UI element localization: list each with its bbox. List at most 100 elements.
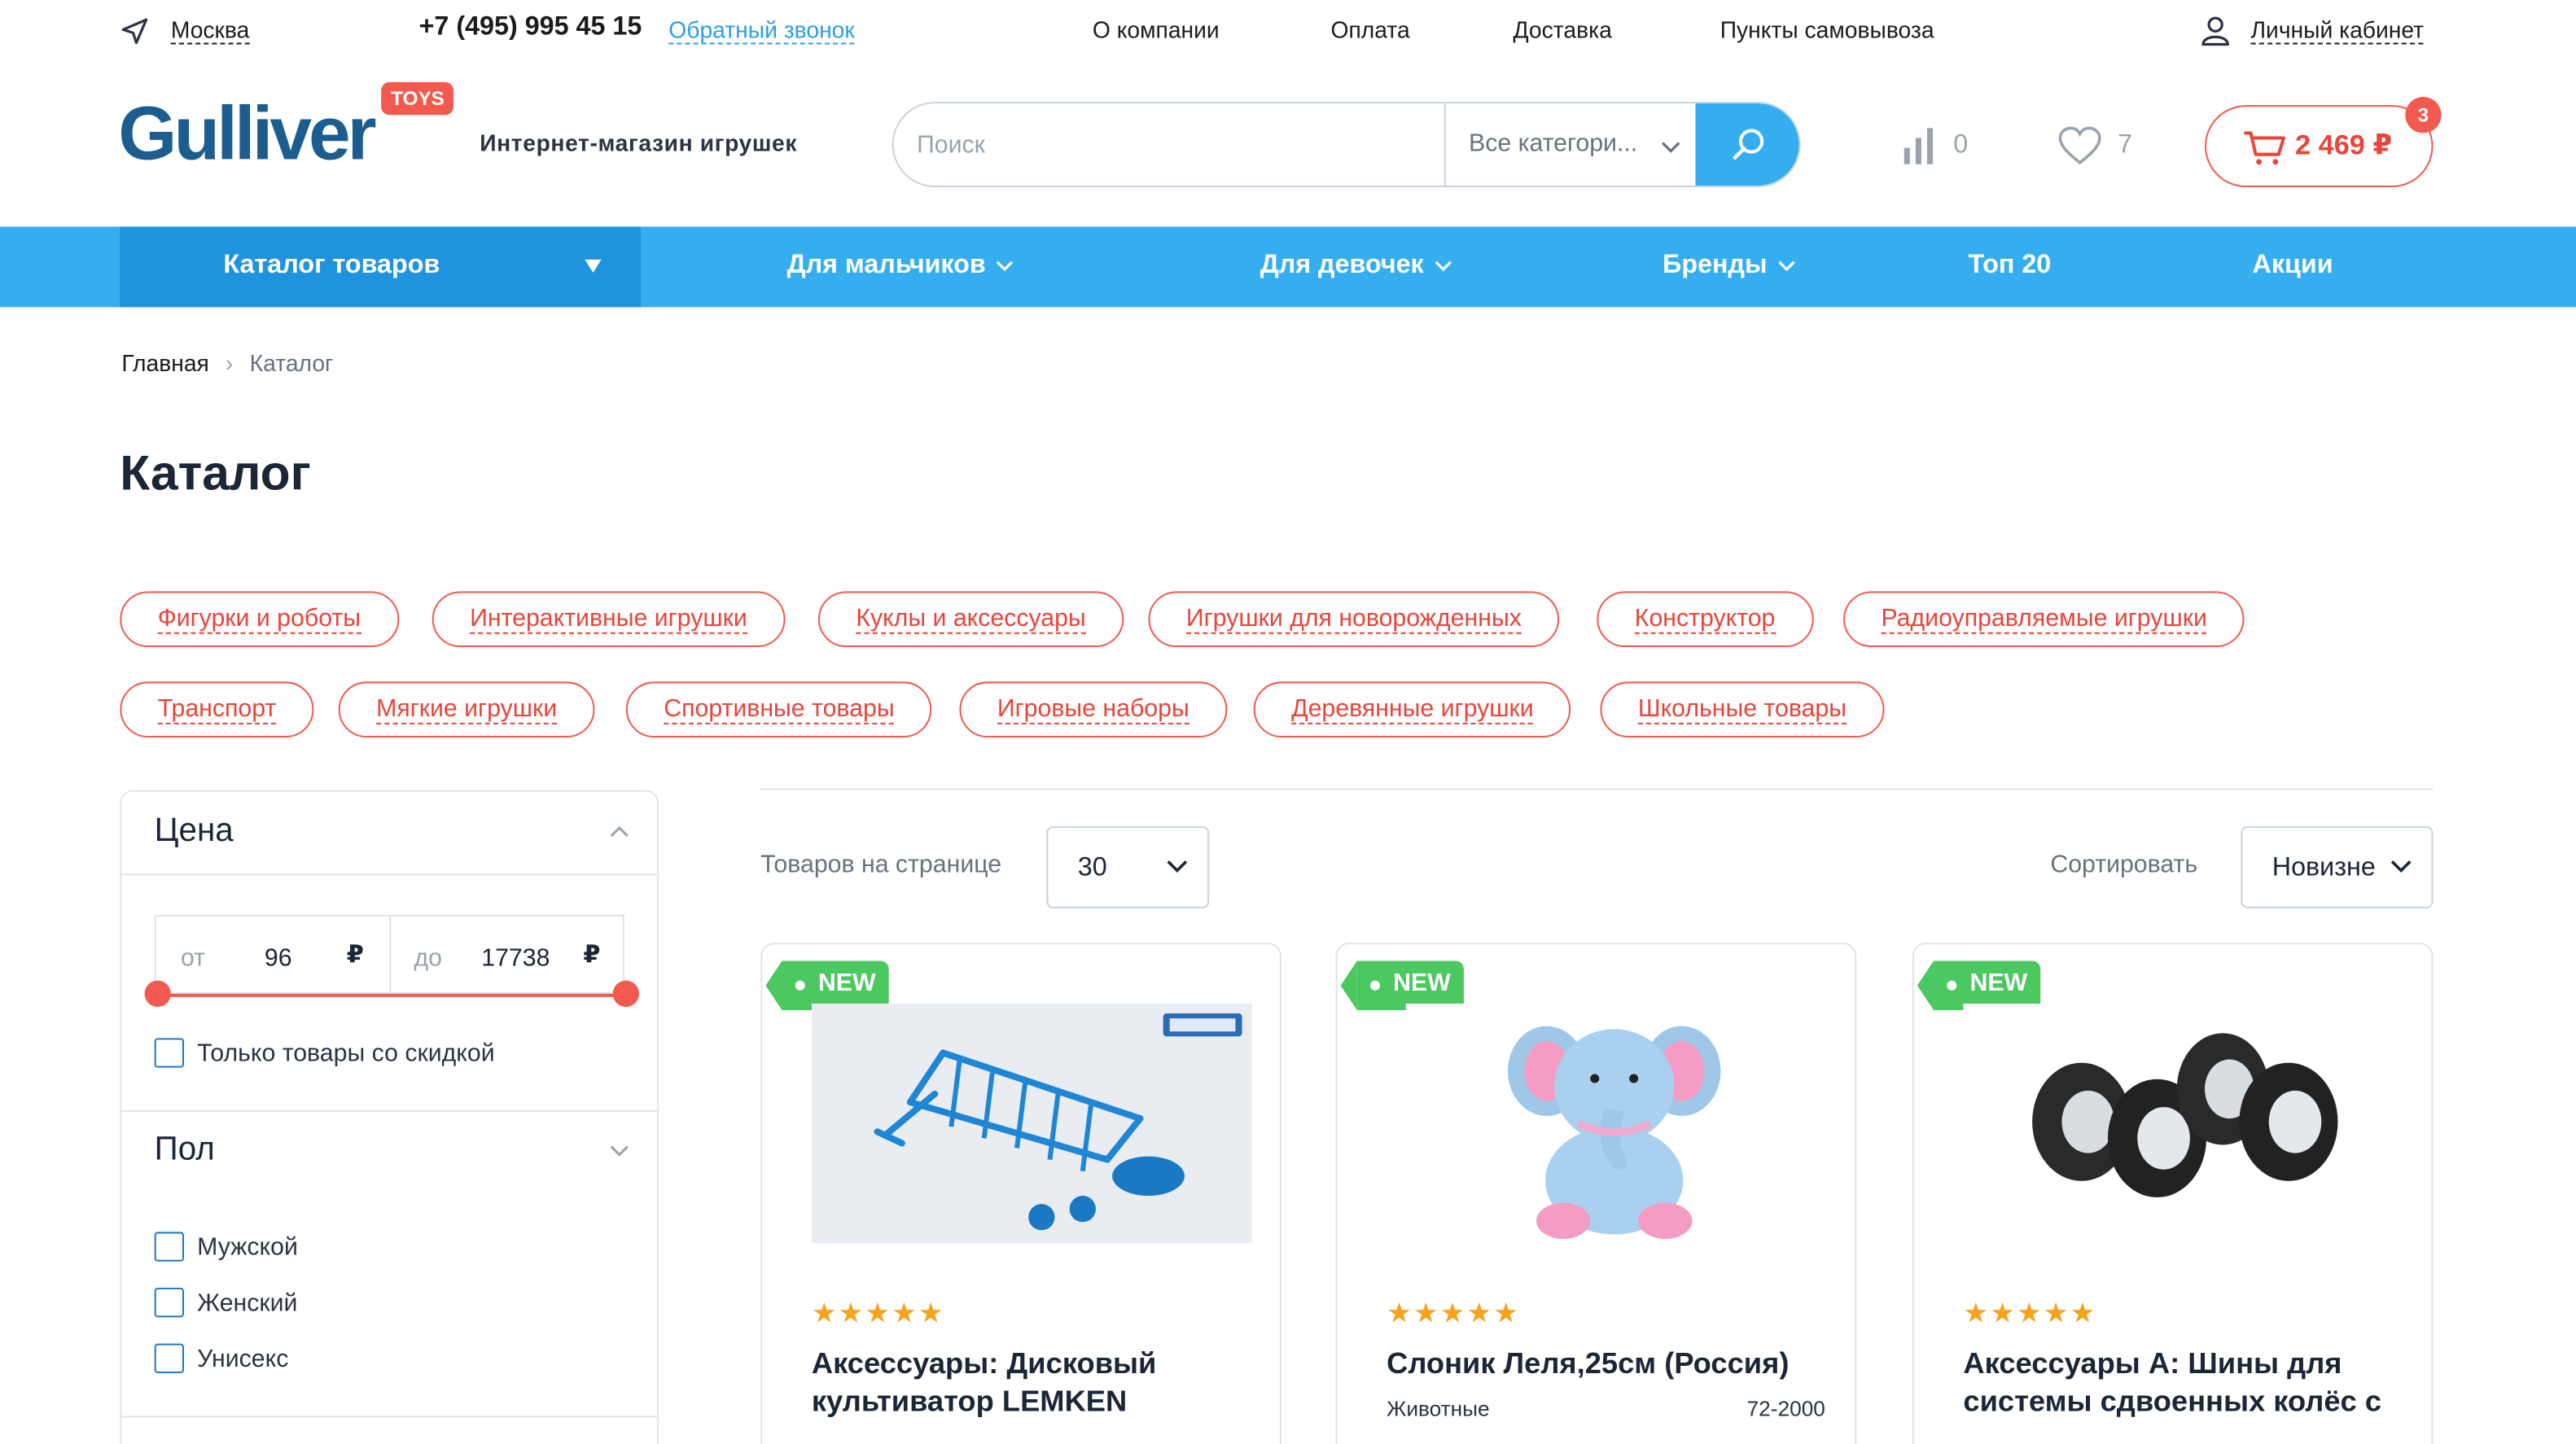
breadcrumb-current: Каталог bbox=[249, 349, 334, 377]
category-chip[interactable]: Радиоуправляемые игрушки bbox=[1843, 591, 2245, 648]
checkbox[interactable] bbox=[154, 1343, 185, 1373]
logo-text: Gulliver bbox=[118, 90, 376, 176]
favorites-widget[interactable]: 7 bbox=[2058, 126, 2132, 165]
price-from-value: 96 bbox=[264, 944, 292, 973]
link-pickup-points[interactable]: Пункты самовывоза bbox=[1720, 16, 1934, 42]
discount-only-checkbox[interactable]: Только товары со скидкой bbox=[154, 1038, 495, 1068]
cart-button[interactable]: 2 469 ₽ 3 bbox=[2205, 97, 2442, 188]
rating-stars: ★★★★★ bbox=[1387, 1297, 1520, 1329]
price-to-field[interactable]: до 17738 ₽ bbox=[389, 917, 624, 995]
checkbox[interactable] bbox=[154, 1038, 185, 1068]
checkbox[interactable] bbox=[154, 1232, 185, 1262]
category-chip[interactable]: Школьные товары bbox=[1600, 681, 1885, 738]
product-card[interactable]: NEW ★★★★★ Аксессуары А: Шины для системы… bbox=[1912, 943, 2434, 1444]
catalog-menu-label: Каталог товаров bbox=[223, 251, 440, 280]
category-chip[interactable]: Конструктор bbox=[1597, 591, 1813, 648]
city-selector[interactable]: Москва bbox=[170, 16, 250, 45]
breadcrumb-home[interactable]: Главная bbox=[121, 350, 209, 376]
link-payment[interactable]: Оплата bbox=[1330, 16, 1409, 42]
currency-sign: ₽ bbox=[346, 941, 364, 969]
new-badge: NEW bbox=[765, 960, 889, 1011]
price-range-inputs: от 96 ₽ до 17738 ₽ bbox=[154, 914, 624, 995]
product-meta: Животные 72-2000 bbox=[1387, 1396, 1825, 1420]
link-delivery[interactable]: Доставка bbox=[1513, 16, 1611, 42]
category-chip[interactable]: Деревянные игрушки bbox=[1253, 681, 1572, 738]
category-chip[interactable]: Фигурки и роботы bbox=[120, 591, 399, 648]
chevron-down-icon bbox=[1661, 142, 1680, 153]
sort-value: Новизне bbox=[2272, 854, 2376, 882]
checkbox[interactable] bbox=[154, 1288, 185, 1318]
category-chip[interactable]: Мягкие игрушки bbox=[338, 681, 595, 738]
chevron-down-icon[interactable] bbox=[610, 1144, 629, 1157]
catalog-menu-button[interactable]: Каталог товаров bbox=[120, 226, 641, 308]
category-chip[interactable]: Интерактивные игрушки bbox=[432, 591, 786, 648]
sort-select[interactable]: Новизне bbox=[2241, 826, 2434, 908]
category-chip-label: Спортивные товары bbox=[664, 694, 895, 724]
product-image-tires[interactable] bbox=[1963, 1003, 2404, 1244]
currency-sign: ₽ bbox=[583, 941, 601, 969]
page-title: Каталог bbox=[120, 446, 311, 501]
price-to-value: 17738 bbox=[481, 944, 550, 973]
price-from-label: от bbox=[180, 944, 206, 973]
gender-option[interactable]: Мужской bbox=[154, 1232, 298, 1262]
tagline: Интернет-магазин игрушек bbox=[480, 129, 798, 156]
category-chip[interactable]: Игровые наборы bbox=[959, 681, 1228, 738]
search-button[interactable] bbox=[1695, 103, 1799, 186]
divider bbox=[121, 1110, 658, 1113]
callback-link[interactable]: Обратный звонок bbox=[668, 16, 855, 45]
product-name[interactable]: Слоник Леля,25см (Россия) bbox=[1387, 1346, 1830, 1383]
per-page-label: Товаров на странице bbox=[760, 851, 1002, 879]
account-link[interactable]: Личный кабинет bbox=[2250, 16, 2425, 45]
link-about[interactable]: О компании bbox=[1093, 16, 1220, 42]
nav-brands[interactable]: Бренды bbox=[1663, 252, 1795, 281]
chevron-up-icon[interactable] bbox=[610, 825, 629, 838]
nav-girls[interactable]: Для девочек bbox=[1260, 252, 1452, 281]
price-from-field[interactable]: от 96 ₽ bbox=[156, 916, 392, 995]
product-name[interactable]: Аксессуары А: Шины для системы сдвоенных… bbox=[1963, 1346, 2407, 1421]
product-card[interactable]: NEW ★★★★★ Аксессуары: Дисковый культиват… bbox=[760, 943, 1281, 1444]
sort-label: Сортировать bbox=[2050, 851, 2198, 879]
category-chip[interactable]: Транспорт bbox=[120, 681, 314, 738]
search-category-value: Все категори... bbox=[1469, 129, 1638, 158]
nav-sales[interactable]: Акции bbox=[2253, 252, 2333, 281]
price-range-min-handle[interactable] bbox=[144, 980, 171, 1007]
price-to-label: до bbox=[414, 944, 443, 973]
gender-filter-title[interactable]: Пол bbox=[155, 1131, 215, 1169]
phone-number[interactable]: +7 (495) 995 45 15 bbox=[419, 13, 642, 42]
user-icon[interactable] bbox=[2200, 15, 2231, 46]
product-category: Животные bbox=[1387, 1396, 1490, 1421]
category-chip-label: Школьные товары bbox=[1637, 694, 1847, 724]
breadcrumb: Главная › Каталог bbox=[121, 350, 333, 376]
compare-widget[interactable]: 0 bbox=[1901, 126, 1968, 165]
cart-count-badge: 3 bbox=[2405, 97, 2442, 133]
category-chip-label: Деревянные игрушки bbox=[1291, 694, 1534, 724]
filter-panel: Цена от 96 ₽ до 17738 ₽ Только товары со… bbox=[120, 790, 659, 1444]
product-card[interactable]: NEW ★★★★★ Слоник Леля,25см (Россия) Живо… bbox=[1335, 943, 1857, 1444]
price-range-max-handle[interactable] bbox=[612, 980, 639, 1007]
compare-bars-icon bbox=[1904, 128, 1934, 164]
product-image-cultivator[interactable] bbox=[811, 1003, 1252, 1244]
nav-top20[interactable]: Топ 20 bbox=[1968, 252, 2051, 281]
gender-option-label: Мужской bbox=[197, 1232, 298, 1261]
search-category-select[interactable]: Все категори... bbox=[1444, 103, 1698, 186]
gender-option[interactable]: Женский bbox=[154, 1288, 297, 1318]
logo[interactable]: Gulliver TOYS bbox=[118, 81, 463, 181]
gender-option[interactable]: Унисекс bbox=[154, 1343, 288, 1373]
product-image-elephant[interactable] bbox=[1387, 1003, 1827, 1244]
category-chip-label: Радиоуправляемые игрушки bbox=[1881, 604, 2207, 634]
divider bbox=[121, 1416, 658, 1418]
price-filter-title[interactable]: Цена bbox=[155, 813, 234, 851]
category-chip[interactable]: Куклы и аксессуары bbox=[817, 591, 1124, 648]
search-input[interactable] bbox=[916, 123, 1410, 166]
category-chip-label: Куклы и аксессуары bbox=[856, 604, 1086, 634]
category-chip[interactable]: Спортивные товары bbox=[625, 681, 933, 738]
nav-boys-label: Для мальчиков bbox=[786, 251, 986, 280]
rating-stars: ★★★★★ bbox=[1963, 1297, 2097, 1329]
chevron-down-icon bbox=[2390, 860, 2412, 873]
product-name[interactable]: Аксессуары: Дисковый культиватор LEMKEN bbox=[812, 1346, 1255, 1421]
category-chip[interactable]: Игрушки для новорожденных bbox=[1148, 591, 1560, 648]
search-bar: Все категори... bbox=[892, 102, 1801, 188]
per-page-select[interactable]: 30 bbox=[1046, 826, 1210, 908]
location-arrow-icon bbox=[121, 18, 148, 45]
nav-boys[interactable]: Для мальчиков bbox=[787, 252, 1014, 281]
